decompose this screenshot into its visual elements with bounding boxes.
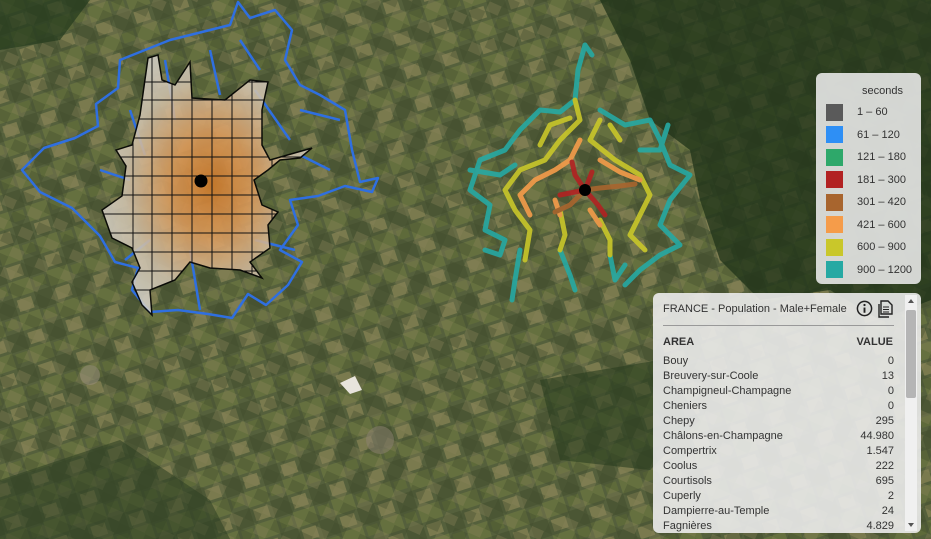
- area-value: 1.547: [866, 445, 894, 457]
- area-name: Châlons-en-Champagne: [663, 430, 783, 442]
- column-header-area: AREA: [663, 336, 695, 348]
- legend-label: 61 – 120: [857, 128, 900, 141]
- area-value: 695: [875, 475, 894, 487]
- stats-table: Bouy 0 Breuvery-sur-Coole 13 Champigneul-Cha…: [663, 354, 894, 533]
- network-origin-marker[interactable]: [579, 184, 591, 196]
- legend-item: 1 – 60: [826, 103, 888, 121]
- legend-item: 421 – 600: [826, 216, 906, 234]
- area-name: Fagnières: [663, 520, 712, 532]
- area-value: 295: [875, 415, 894, 427]
- area-name: Dampierre-au-Temple: [663, 505, 770, 517]
- table-row[interactable]: Coolus 222: [663, 459, 894, 474]
- area-value: 0: [887, 400, 894, 412]
- table-row[interactable]: Compertrix 1.547: [663, 444, 894, 459]
- scrollbar[interactable]: [905, 295, 917, 531]
- scroll-up-arrow-icon[interactable]: [907, 297, 915, 305]
- table-row[interactable]: Breuvery-sur-Coole 13: [663, 369, 894, 384]
- column-header-value: VALUE: [856, 336, 893, 348]
- legend-panel: seconds 1 – 60 61 – 120 121 – 180 181 – 300…: [816, 73, 921, 284]
- table-row[interactable]: Chepy 295: [663, 414, 894, 429]
- scrollbar-thumb[interactable]: [906, 310, 916, 398]
- legend-title: seconds: [862, 85, 903, 97]
- table-row[interactable]: Fagnières 4.829: [663, 519, 894, 533]
- area-name: Courtisols: [663, 475, 712, 487]
- legend-label: 181 – 300: [857, 173, 906, 186]
- header-divider: [663, 325, 894, 326]
- legend-swatch: [826, 193, 843, 211]
- copy-icon[interactable]: [878, 300, 894, 318]
- legend-item: 61 – 120: [826, 126, 900, 144]
- table-row[interactable]: Bouy 0: [663, 354, 894, 369]
- stats-title: FRANCE - Population - Male+Female: [663, 303, 847, 315]
- area-name: Cheniers: [663, 400, 708, 412]
- area-value: 44.980: [860, 430, 894, 442]
- area-value: 0: [887, 355, 894, 367]
- table-row[interactable]: Champigneul-Champagne 0: [663, 384, 894, 399]
- area-value: 222: [875, 460, 894, 472]
- table-row[interactable]: Cuperly 2: [663, 489, 894, 504]
- area-name: Chepy: [663, 415, 695, 427]
- legend-item: 301 – 420: [826, 193, 906, 211]
- table-row[interactable]: Dampierre-au-Temple 24: [663, 504, 894, 519]
- legend-swatch: [826, 103, 843, 121]
- area-value: 4.829: [866, 520, 894, 532]
- legend-label: 1 – 60: [857, 106, 888, 118]
- legend-item: 181 – 300: [826, 171, 906, 189]
- area-name: Champigneul-Champagne: [663, 385, 792, 397]
- table-row[interactable]: Courtisols 695: [663, 474, 894, 489]
- legend-label: 301 – 420: [857, 196, 906, 208]
- area-name: Bouy: [663, 355, 689, 367]
- legend-swatch: [826, 261, 843, 278]
- legend-swatch: [826, 171, 843, 188]
- info-icon[interactable]: [856, 300, 873, 317]
- area-name: Cuperly: [663, 490, 701, 502]
- area-name: Coolus: [663, 460, 698, 472]
- area-value: 0: [887, 385, 894, 397]
- legend-label: 121 – 180: [857, 151, 906, 163]
- area-value: 24: [881, 505, 894, 517]
- legend-item: 900 – 1200: [826, 261, 912, 279]
- legend-swatch: [826, 126, 843, 143]
- area-name: Breuvery-sur-Coole: [663, 370, 759, 382]
- area-value: 2: [887, 490, 894, 502]
- population-stats-panel: FRANCE - Population - Male+Female AREA V…: [653, 293, 921, 533]
- legend-label: 600 – 900: [857, 241, 906, 253]
- legend-swatch: [826, 216, 843, 233]
- legend-swatch: [826, 238, 843, 256]
- legend-label: 421 – 600: [857, 218, 906, 231]
- legend-label: 900 – 1200: [857, 263, 913, 276]
- scroll-down-arrow-icon[interactable]: [907, 521, 915, 529]
- legend-item: 121 – 180: [826, 148, 906, 166]
- table-row[interactable]: Châlons-en-Champagne 44.980: [663, 429, 894, 444]
- legend-item: 600 – 900: [826, 238, 906, 256]
- table-row[interactable]: Cheniers 0: [663, 399, 894, 414]
- area-value: 13: [881, 370, 894, 382]
- origin-marker[interactable]: [194, 174, 208, 188]
- legend-swatch: [826, 148, 843, 166]
- area-name: Compertrix: [663, 445, 717, 457]
